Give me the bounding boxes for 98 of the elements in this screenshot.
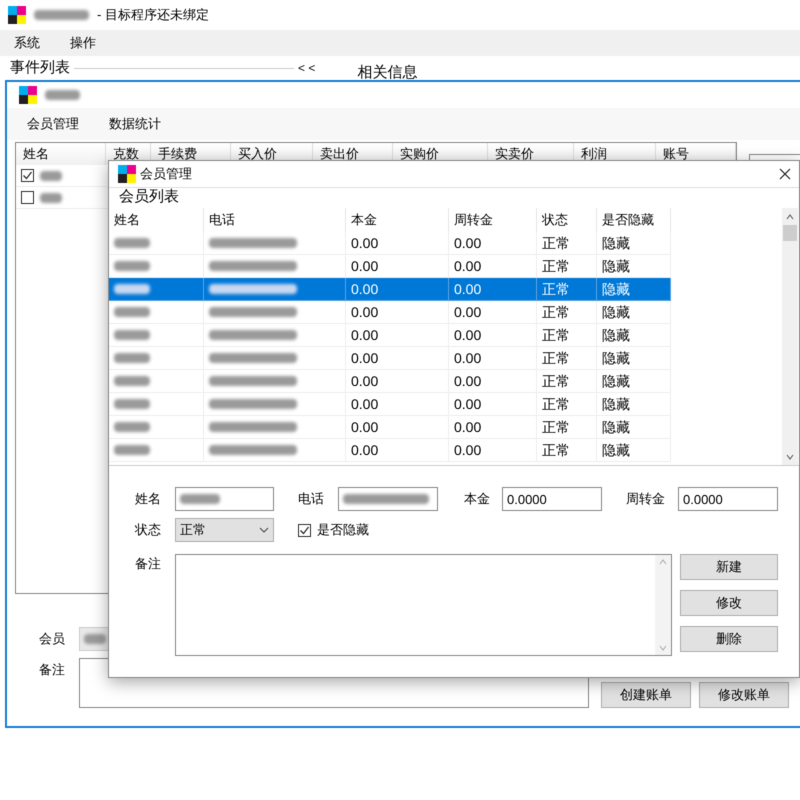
table-cell: 0.00 xyxy=(346,347,449,370)
field-label: 姓名 xyxy=(135,490,162,508)
dialog-title: 会员管理 xyxy=(140,165,192,184)
menu-item[interactable]: 操作 xyxy=(64,33,102,53)
action-button[interactable]: 创建账单 xyxy=(601,682,691,708)
app-logo-icon xyxy=(8,6,26,24)
table-cell: 正常 xyxy=(537,370,597,393)
redacted-text xyxy=(114,376,150,386)
group-title: 相关信息 xyxy=(357,62,418,83)
checkbox[interactable] xyxy=(298,524,311,536)
redacted-text xyxy=(114,261,150,271)
redacted-text xyxy=(114,422,150,432)
app-logo-icon xyxy=(19,86,37,104)
section-title: 会员列表 xyxy=(119,188,180,207)
scrollbar[interactable] xyxy=(782,208,798,465)
table-cell: 0.00 xyxy=(449,393,537,416)
table-cell: 0.00 xyxy=(449,301,537,324)
table-cell: 隐藏 xyxy=(597,232,671,255)
checkbox[interactable] xyxy=(21,169,34,182)
table-cell: 隐藏 xyxy=(597,439,671,462)
table-cell: 正常 xyxy=(537,347,597,370)
column-header[interactable]: 姓名 xyxy=(109,208,204,232)
column-header[interactable]: 姓名 xyxy=(16,143,106,165)
table-cell: 0.00 xyxy=(449,439,537,462)
action-button[interactable]: 删除 xyxy=(680,626,778,652)
action-button[interactable]: 修改 xyxy=(680,590,778,616)
table-cell: 0.00 xyxy=(346,416,449,439)
table-cell: 隐藏 xyxy=(597,393,671,416)
group-title: 事件列表 xyxy=(10,58,70,78)
field-label: 本金 xyxy=(464,490,491,508)
principal-field[interactable]: 0.0000 xyxy=(502,487,602,511)
app-logo-icon xyxy=(118,165,136,183)
redacted-text xyxy=(34,10,89,20)
table-cell: 隐藏 xyxy=(597,301,671,324)
close-icon[interactable] xyxy=(779,168,791,180)
table-cell: 0.00 xyxy=(449,347,537,370)
table-cell: 0.00 xyxy=(449,232,537,255)
table-cell: 0.00 xyxy=(346,301,449,324)
table-cell: 0.00 xyxy=(346,232,449,255)
status-dropdown[interactable]: 正常 xyxy=(175,518,274,542)
field-label: 状态 xyxy=(135,521,162,540)
table-cell: 正常 xyxy=(537,278,597,301)
table-cell: 0.00 xyxy=(449,278,537,301)
table-cell: 0.00 xyxy=(346,393,449,416)
field-label: 会员 xyxy=(39,630,66,648)
menu-item[interactable]: 数据统计 xyxy=(101,114,169,134)
column-header[interactable]: 周转金 xyxy=(449,208,537,232)
redacted-text xyxy=(114,445,150,455)
redacted-text xyxy=(40,170,62,180)
field-label: 电话 xyxy=(298,490,325,508)
table-cell: 0.00 xyxy=(346,324,449,347)
redacted-text xyxy=(114,284,150,294)
table-cell: 隐藏 xyxy=(597,347,671,370)
redacted-text xyxy=(114,238,150,248)
table-cell: 0.00 xyxy=(346,439,449,462)
table-cell: 正常 xyxy=(537,393,597,416)
table-cell: 正常 xyxy=(537,232,597,255)
name-field[interactable] xyxy=(175,487,274,511)
column-header[interactable]: 本金 xyxy=(346,208,449,232)
checkbox[interactable] xyxy=(21,191,34,204)
table-cell: 0.00 xyxy=(449,370,537,393)
field-label: 备注 xyxy=(39,661,66,679)
table-cell: 隐藏 xyxy=(597,416,671,439)
redacted-text xyxy=(114,330,150,340)
table-cell: 0.00 xyxy=(449,416,537,439)
table-cell: 正常 xyxy=(537,416,597,439)
field-label: 周转金 xyxy=(626,490,666,508)
redacted-text xyxy=(114,399,150,409)
table-cell: 0.00 xyxy=(346,278,449,301)
redacted-text xyxy=(114,307,150,317)
window-title: - 目标程序还未绑定 xyxy=(97,6,209,24)
redacted-text xyxy=(40,192,62,202)
table-cell: 隐藏 xyxy=(597,370,671,393)
column-header[interactable]: 状态 xyxy=(537,208,597,232)
menu-item[interactable]: 系统 xyxy=(8,33,46,53)
redacted-text xyxy=(180,494,220,504)
action-button[interactable]: 修改账单 xyxy=(699,682,789,708)
table-cell: 隐藏 xyxy=(597,278,671,301)
table-cell: 0.00 xyxy=(346,370,449,393)
redacted-text xyxy=(84,634,106,644)
table-cell: 0.00 xyxy=(449,324,537,347)
checkbox-label[interactable]: 是否隐藏 xyxy=(317,520,369,540)
chevron-down-icon xyxy=(259,526,269,534)
phone-field[interactable] xyxy=(338,487,438,511)
collapse-button[interactable]: < < xyxy=(296,59,318,77)
table-cell: 隐藏 xyxy=(597,324,671,347)
redacted-text xyxy=(45,90,80,100)
field-label: 备注 xyxy=(135,555,162,573)
table-cell: 正常 xyxy=(537,324,597,347)
table-cell: 正常 xyxy=(537,439,597,462)
scroll-thumb[interactable] xyxy=(783,225,797,241)
column-header[interactable]: 电话 xyxy=(204,208,346,232)
redacted-text xyxy=(114,353,150,363)
column-header[interactable]: 是否隐藏 xyxy=(597,208,671,232)
table-cell: 正常 xyxy=(537,301,597,324)
menu-item[interactable]: 会员管理 xyxy=(19,114,87,134)
turnover-field[interactable]: 0.0000 xyxy=(678,487,778,511)
action-button[interactable]: 新建 xyxy=(680,554,778,580)
